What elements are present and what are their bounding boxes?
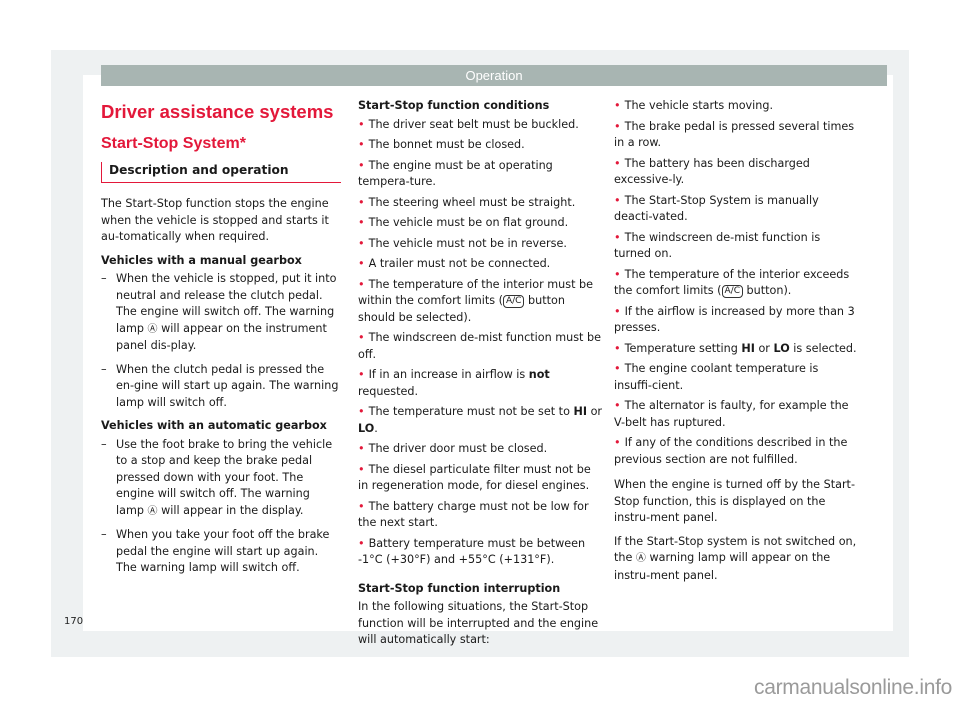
section-header: Operation: [101, 65, 887, 86]
list-item: • The vehicle must not be in reverse.: [358, 236, 567, 250]
dash-icon: –: [101, 362, 107, 376]
list-item: • The vehicle starts moving.: [614, 99, 774, 112]
bullet-icon: •: [614, 193, 621, 207]
list-item: • The temperature of the interior must be…: [358, 277, 594, 324]
list-item: • If any of the conditions described in t…: [614, 436, 848, 466]
list-item: • If in an increase in airflow is not req…: [358, 368, 550, 398]
automatic-gearbox-heading: Vehicles with an automatic gearbox: [101, 419, 327, 432]
list-item: • The driver seat belt must be buckled.: [358, 117, 579, 131]
list-item: – When the clutch pedal is pressed the en…: [101, 362, 339, 409]
list-item: – When the vehicle is stopped, put it int…: [101, 272, 337, 352]
list-item: • The engine coolant temperature is insuf…: [614, 362, 819, 392]
interruption-heading: Start-Stop function interruption: [358, 581, 561, 595]
list-item: • The alternator is faulty, for example t…: [614, 399, 849, 429]
chapter-title: Driver assistance systems: [101, 101, 334, 122]
bullet-icon: •: [614, 436, 621, 449]
bullet-icon: •: [358, 257, 365, 270]
section-title: Start-Stop System*: [101, 135, 246, 152]
bullet-icon: •: [614, 230, 621, 244]
list-item: – When you take your foot off the brake p…: [101, 528, 330, 574]
bullet-icon: •: [358, 499, 365, 513]
list-item: • The diesel particulate filter must not …: [358, 462, 591, 493]
list-item: • The Start-Stop System is manually deact…: [614, 193, 819, 224]
dash-icon: –: [101, 528, 107, 541]
start-stop-off-lamp-icon: Ⓐ: [635, 553, 646, 564]
list-item: • If the airflow is increased by more tha…: [614, 304, 855, 335]
conditions-heading: Start-Stop function conditions: [358, 99, 550, 112]
list-item: • The steering wheel must be straight.: [358, 195, 576, 209]
ac-button-icon: A/C: [502, 295, 525, 308]
list-item: • The bonnet must be closed.: [358, 138, 525, 151]
display-paragraph: When the engine is turned off by the Sta…: [614, 478, 855, 524]
start-stop-lamp-icon: Ⓐ: [147, 505, 158, 517]
list-item: • The engine must be at operating tempera…: [358, 158, 553, 189]
bullet-icon: •: [614, 341, 621, 355]
intro-paragraph: The Start-Stop function stops the engine…: [101, 197, 329, 243]
list-item: • Battery temperature must be between -1°…: [358, 536, 586, 567]
dash-icon: –: [101, 272, 107, 285]
list-item: • The temperature must not be set to HI o…: [358, 405, 603, 435]
list-item: • The windscreen de-mist function is turn…: [614, 230, 821, 261]
interruption-intro: In the following situations, the Start-S…: [358, 600, 599, 646]
bullet-icon: •: [614, 156, 621, 170]
ac-button-icon: A/C: [721, 285, 743, 298]
list-item: • The vehicle must be on flat ground.: [358, 216, 569, 229]
bullet-icon: •: [358, 405, 365, 418]
list-item: – Use the foot brake to bring the vehicle…: [101, 437, 333, 517]
page-number: 170: [64, 616, 84, 627]
bullet-icon: •: [358, 216, 365, 229]
bullet-icon: •: [358, 236, 365, 250]
subsection-heading: Description and operation: [101, 162, 341, 183]
bullet-icon: •: [358, 195, 365, 209]
bullet-icon: •: [358, 138, 365, 151]
list-item: • The windscreen de-mist function must be…: [358, 331, 601, 361]
list-item: • The battery charge must not be low for …: [358, 499, 589, 530]
bullet-icon: •: [358, 117, 365, 131]
list-item: • A trailer must not be connected.: [358, 257, 551, 270]
list-item: • The driver door must be closed.: [358, 442, 548, 455]
column-3: • The vehicle starts moving. • The brake p…: [614, 98, 859, 591]
list-item: • The brake pedal is pressed several time…: [614, 119, 855, 150]
bullet-icon: •: [614, 119, 621, 133]
list-item: • The battery has been discharged excessi…: [614, 156, 810, 187]
bullet-icon: •: [358, 442, 365, 455]
bullet-icon: •: [358, 277, 365, 291]
bullet-icon: •: [358, 462, 365, 476]
manual-gearbox-heading: Vehicles with a manual gearbox: [101, 253, 302, 267]
watermark: carmanualsonline.info: [754, 676, 952, 699]
list-item: • The temperature of the interior exceeds…: [614, 267, 850, 298]
bullet-icon: •: [614, 267, 621, 281]
bullet-icon: •: [614, 99, 621, 112]
bullet-icon: •: [358, 331, 365, 344]
bullet-icon: •: [358, 158, 365, 172]
bullet-icon: •: [358, 536, 365, 550]
start-stop-lamp-icon: Ⓐ: [147, 323, 158, 335]
bullet-icon: •: [614, 304, 621, 318]
column-2: Start-Stop function conditions • The driv…: [358, 98, 603, 656]
dash-icon: –: [101, 437, 107, 451]
list-item: • Temperature setting HI or LO is selecte…: [614, 341, 857, 355]
bullet-icon: •: [358, 368, 365, 381]
bullet-icon: •: [614, 362, 621, 375]
bullet-icon: •: [614, 399, 621, 412]
warning-lamp-paragraph: If the Start-Stop system is not switched…: [614, 534, 857, 582]
column-1: Driver assistance systems Start-Stop Sys…: [101, 98, 341, 584]
